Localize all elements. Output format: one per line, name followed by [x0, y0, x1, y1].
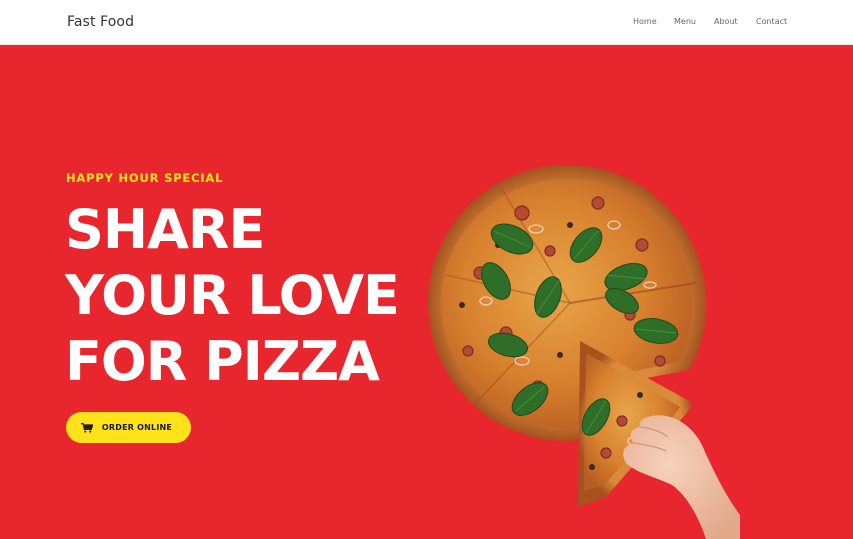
nav-link-contact[interactable]: Contact	[756, 17, 787, 26]
nav-link-menu[interactable]: Menu	[674, 17, 696, 26]
headline-line-3: FOR PIZZA	[65, 330, 380, 393]
nav-link-home[interactable]: Home	[633, 17, 657, 26]
headline-line-2: YOUR LOVE	[65, 264, 400, 327]
nav-link-about[interactable]: About	[714, 17, 738, 26]
hero-section: HAPPY HOUR SPECIAL SHARE YOUR LOVE FOR P…	[0, 45, 853, 539]
top-navigation: Fast Food Home Menu About Contact	[0, 0, 853, 45]
pizza-image	[428, 165, 740, 539]
cart-icon	[80, 422, 93, 433]
hero-eyebrow: HAPPY HOUR SPECIAL	[66, 171, 224, 185]
headline-line-1: SHARE	[65, 198, 265, 261]
order-online-button[interactable]: ORDER ONLINE	[66, 412, 191, 443]
order-online-label: ORDER ONLINE	[101, 423, 173, 432]
nav-menu: Home Menu About Contact	[0, 17, 853, 29]
hero-headline: SHARE YOUR LOVE FOR PIZZA	[65, 197, 400, 395]
